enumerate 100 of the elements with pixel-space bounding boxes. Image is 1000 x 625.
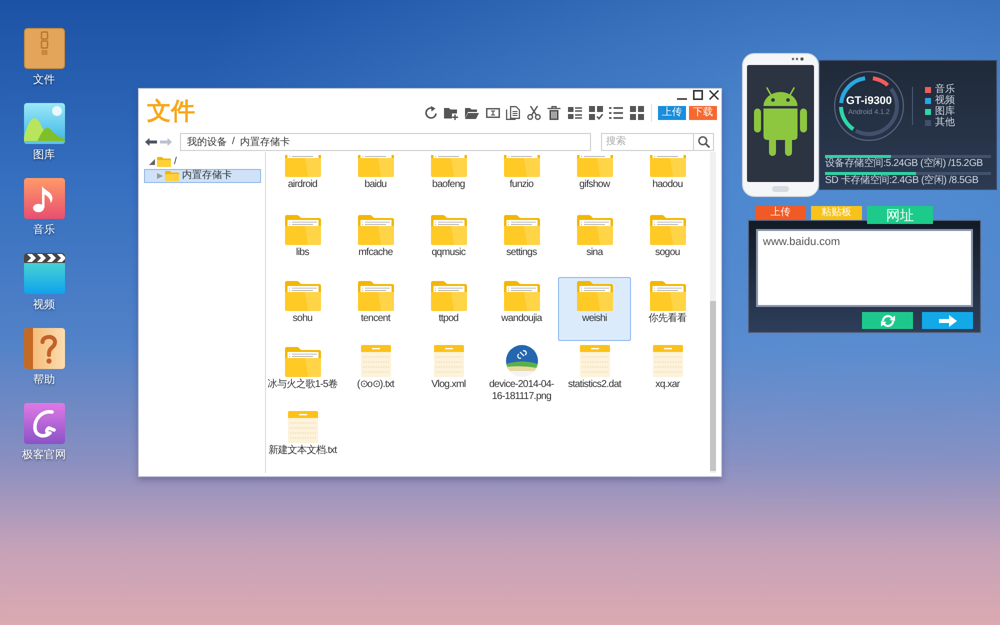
folder-icon [284, 281, 320, 311]
tiles-icon[interactable] [568, 106, 582, 120]
grid-icon[interactable] [630, 106, 644, 120]
folder-icon [165, 171, 179, 181]
package-icon [24, 28, 64, 69]
maximize-icon[interactable] [693, 90, 703, 100]
folder-icon [358, 155, 394, 177]
list-icon[interactable] [609, 106, 624, 120]
folder-icon [284, 215, 320, 245]
back-arrow-icon[interactable] [145, 138, 157, 146]
upload-button[interactable]: 上传 [658, 106, 686, 120]
folder-icon [650, 281, 686, 311]
tree-item[interactable]: 内置存储卡 [144, 169, 261, 183]
file-item[interactable]: 新建文本文档.txt [266, 409, 339, 473]
breadcrumb-separator: / [232, 136, 235, 147]
folder-plus-icon[interactable] [444, 106, 458, 120]
file-item[interactable]: device-2014-04-16-181117.png [485, 343, 558, 407]
file-item[interactable]: sogou [631, 211, 704, 275]
document-icon [652, 345, 682, 377]
desktop-shortcut[interactable]: 帮助 [22, 328, 66, 403]
legend-label: 图库 [935, 106, 955, 116]
document-icon [434, 345, 464, 377]
document-icon [288, 411, 318, 443]
refresh-icon[interactable] [424, 106, 438, 120]
swirl-icon [24, 403, 64, 444]
folder-icon [358, 215, 394, 245]
path-field[interactable]: 我的设备 / 内置存储卡 [180, 132, 591, 150]
grid-check-icon[interactable] [588, 106, 603, 120]
folder-icon[interactable] [464, 106, 479, 120]
folder-icon [576, 155, 612, 177]
file-item[interactable]: (⊙o⊙).txt [339, 343, 412, 407]
desktop-shortcut[interactable]: 文件 [22, 28, 66, 103]
question-book-icon [24, 328, 64, 369]
minimize-icon[interactable] [677, 98, 687, 100]
folder-icon [430, 155, 466, 177]
file-item[interactable]: 你先看看 [631, 277, 704, 341]
scissors-icon[interactable] [526, 106, 541, 120]
file-item[interactable]: sohu [266, 277, 339, 341]
folder-icon [650, 215, 686, 245]
folder-icon [504, 281, 540, 311]
file-item[interactable]: Vlog.xml [412, 343, 485, 407]
legend-label: 音乐 [935, 84, 955, 94]
breadcrumb-link[interactable]: 内置存储卡 [240, 134, 290, 148]
file-item[interactable]: gifshow [558, 153, 631, 209]
close-icon[interactable] [709, 90, 719, 100]
landscape-icon [24, 103, 64, 144]
search-button[interactable] [693, 132, 714, 150]
scrollbar-thumb[interactable] [710, 301, 716, 471]
file-item[interactable]: haodou [631, 153, 704, 209]
file-item[interactable]: wandoujia [485, 277, 558, 341]
file-item[interactable]: airdroid [266, 153, 339, 209]
folder-icon [358, 281, 394, 311]
trash-icon[interactable] [547, 106, 562, 120]
file-item[interactable]: xq.xar [631, 343, 704, 407]
folder-icon [284, 347, 320, 377]
file-item[interactable]: statistics2.dat [558, 343, 631, 407]
document-icon [360, 345, 390, 377]
ring-outline [834, 71, 904, 141]
device-model: GT-i9300 [846, 95, 892, 108]
file-item[interactable]: weishi [558, 277, 631, 341]
file-item[interactable]: funzio [485, 153, 558, 209]
triangle-icon[interactable] [149, 159, 155, 165]
folder-icon [284, 155, 320, 177]
send-button[interactable] [922, 312, 973, 329]
storage-info: SD 卡存储空间:2.4GB (空闲) /8.5GB [825, 175, 980, 187]
document-icon [580, 345, 610, 377]
file-item[interactable]: baofeng [412, 153, 485, 209]
folder-icon [157, 157, 171, 167]
robot-icon [754, 87, 807, 156]
right-arrow-icon[interactable] [938, 314, 956, 326]
folder-icon [650, 155, 686, 177]
folder-icon [504, 215, 540, 245]
file-item[interactable]: settings [485, 211, 558, 275]
file-item[interactable]: tencent [339, 277, 412, 341]
file-item[interactable]: ttpod [412, 277, 485, 341]
tree-item[interactable]: / [144, 155, 261, 169]
legend-label: 其他 [935, 118, 955, 128]
folder-icon [504, 155, 540, 177]
file-item[interactable]: sina [558, 211, 631, 275]
legend-label: 视频 [935, 96, 955, 106]
app-title: 文件 [147, 98, 195, 126]
file-item[interactable]: baidu [339, 153, 412, 209]
file-item[interactable]: libs [266, 211, 339, 275]
file-item[interactable]: mfcache [339, 211, 412, 275]
desktop-shortcut[interactable]: 图库 [22, 103, 66, 178]
desktop-shortcut[interactable]: 音乐 [22, 178, 66, 253]
folder-icon [430, 281, 466, 311]
text-box-icon[interactable] [486, 106, 500, 120]
url-text-field[interactable]: www.baidu.com [756, 229, 973, 307]
folder-icon [576, 215, 612, 245]
search-icon[interactable] [698, 136, 710, 148]
search-field[interactable]: 搜索 [601, 132, 693, 150]
desktop-shortcut[interactable]: 视频 [22, 253, 66, 328]
file-item[interactable]: 冰与火之歌1-5卷 [266, 343, 339, 407]
file-item[interactable]: qqmusic [412, 211, 485, 275]
image-thumbnail [506, 345, 538, 377]
clapperboard-icon [24, 253, 64, 294]
documents-icon[interactable] [506, 106, 520, 120]
breadcrumb-link[interactable]: 我的设备 [187, 134, 227, 148]
folder-icon [430, 215, 466, 245]
